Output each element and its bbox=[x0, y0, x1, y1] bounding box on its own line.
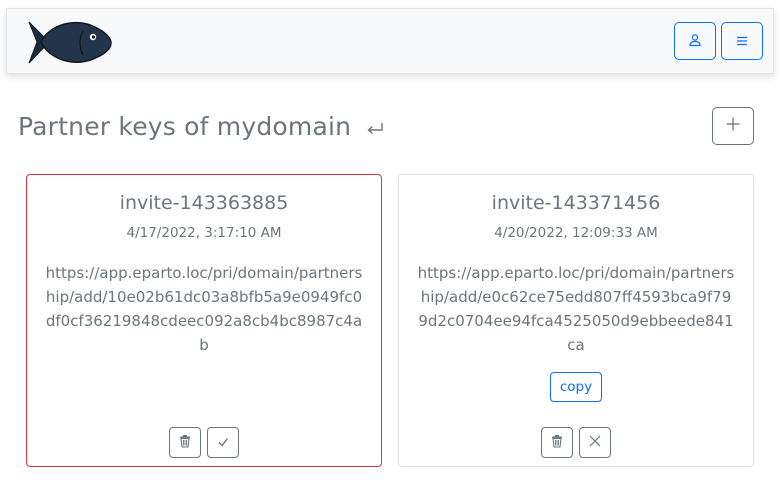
page-title: Partner keys of mydomain bbox=[18, 111, 352, 141]
fish-logo-icon[interactable] bbox=[27, 19, 113, 69]
revoke-button[interactable] bbox=[579, 427, 611, 458]
key-name: invite-143363885 bbox=[119, 192, 289, 214]
menu-button[interactable] bbox=[721, 22, 763, 60]
key-date: 4/17/2022, 3:17:10 AM bbox=[126, 225, 282, 241]
trash-icon bbox=[178, 433, 192, 452]
key-name: invite-143371456 bbox=[491, 192, 661, 214]
partner-key-card: invite-143371456 4/20/2022, 12:09:33 AM … bbox=[398, 174, 754, 467]
trash-icon bbox=[550, 433, 564, 452]
hamburger-menu-icon bbox=[736, 32, 748, 51]
navbar bbox=[6, 8, 774, 74]
delete-button[interactable] bbox=[169, 427, 201, 458]
key-date: 4/20/2022, 12:09:33 AM bbox=[494, 225, 658, 241]
x-icon bbox=[588, 433, 602, 452]
return-arrow-icon[interactable] bbox=[365, 121, 385, 137]
user-button[interactable] bbox=[674, 22, 716, 60]
key-url: https://app.eparto.loc/pri/domain/partne… bbox=[417, 264, 735, 354]
copy-button[interactable]: copy bbox=[550, 372, 602, 402]
key-url: https://app.eparto.loc/pri/domain/partne… bbox=[45, 264, 363, 354]
partner-key-card: invite-143363885 4/17/2022, 3:17:10 AM h… bbox=[26, 174, 382, 467]
delete-button[interactable] bbox=[541, 427, 573, 458]
plus-icon bbox=[725, 116, 741, 136]
add-key-button[interactable] bbox=[712, 107, 754, 145]
check-icon bbox=[217, 433, 229, 452]
confirm-button[interactable] bbox=[207, 427, 239, 458]
title-row: Partner keys of mydomain bbox=[18, 106, 385, 146]
person-icon bbox=[688, 32, 702, 51]
